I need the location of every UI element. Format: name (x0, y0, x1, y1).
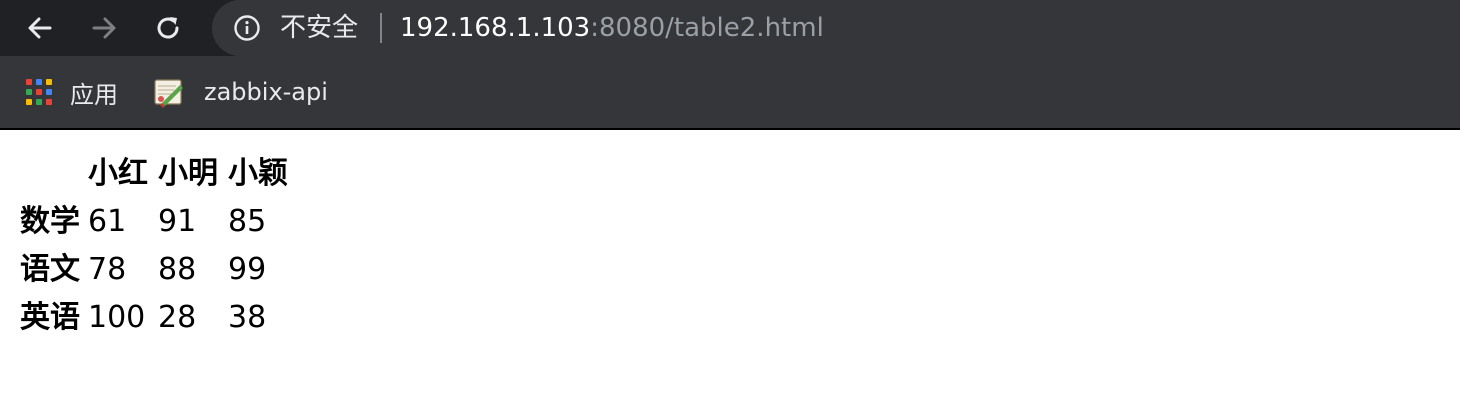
table-cell: 99 (228, 252, 267, 287)
bookmarks-bar: 应用 zabbix-api (0, 56, 1460, 130)
table-cell: 78 (88, 252, 127, 287)
forward-arrow-icon (92, 17, 116, 39)
column-header: 小明 (158, 156, 218, 191)
address-bar[interactable]: 不安全 192.168.1.103:8080/table2.html (212, 0, 1460, 56)
bookmark-apps[interactable]: 应用 (26, 70, 118, 114)
row-header: 数学 (20, 204, 80, 239)
table-corner-cell (20, 152, 84, 196)
table-cell: 28 (158, 300, 197, 335)
bookmark-zabbix-api[interactable]: zabbix-api (152, 70, 328, 114)
url-path: :8080/table2.html (590, 13, 824, 43)
column-header: 小颖 (228, 156, 288, 191)
table-header-row: 小红 小明 小颖 (20, 152, 294, 196)
bookmark-favicon-icon (154, 79, 183, 108)
table-cell: 38 (228, 300, 267, 335)
table-cell: 61 (88, 204, 127, 239)
bookmark-label: 应用 (70, 80, 118, 109)
security-status-label[interactable]: 不安全 (280, 11, 358, 45)
reload-icon (157, 17, 179, 39)
back-button[interactable] (20, 8, 60, 48)
table-cell: 88 (158, 252, 197, 287)
page-content: 小红 小明 小颖 数学 61 91 85 语文 78 88 99 英语 100 … (0, 130, 1460, 410)
url-text[interactable]: 192.168.1.103:8080/table2.html (400, 11, 824, 45)
table-row: 英语 100 28 38 (20, 296, 294, 340)
score-table: 小红 小明 小颖 数学 61 91 85 语文 78 88 99 英语 100 … (16, 148, 298, 344)
url-host: 192.168.1.103 (400, 13, 591, 43)
back-arrow-icon (28, 17, 52, 39)
table-cell: 85 (228, 204, 267, 239)
info-icon[interactable] (232, 14, 262, 42)
apps-grid-icon (26, 79, 52, 105)
table-cell: 100 (88, 300, 146, 335)
row-header: 语文 (20, 252, 80, 287)
omnibox-divider (380, 13, 382, 43)
column-header: 小红 (88, 156, 148, 191)
table-row: 数学 61 91 85 (20, 200, 294, 244)
row-header: 英语 (20, 300, 80, 335)
browser-toolbar: 不安全 192.168.1.103:8080/table2.html (0, 0, 1460, 56)
table-cell: 91 (158, 204, 197, 239)
reload-button[interactable] (148, 8, 188, 48)
bookmark-label: zabbix-api (204, 78, 328, 106)
forward-button[interactable] (84, 8, 124, 48)
table-row: 语文 78 88 99 (20, 248, 294, 292)
